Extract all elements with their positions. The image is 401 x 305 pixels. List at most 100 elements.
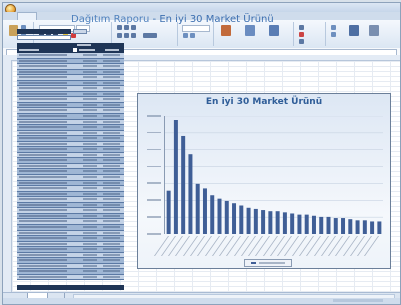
table-cell — [83, 203, 97, 206]
delete-cells-icon[interactable] — [299, 32, 304, 37]
chart-bar[interactable] — [253, 208, 258, 234]
chart-bar[interactable] — [188, 154, 193, 234]
header-col-product — [19, 49, 39, 51]
table-cell — [83, 54, 97, 56]
report-title-main: En iyi 30 Market Ürünü — [159, 14, 274, 25]
chart-bar[interactable] — [239, 205, 244, 235]
chart-bar[interactable] — [319, 216, 324, 234]
chart-container[interactable]: En iyi 30 Market Ürünü — [137, 93, 391, 269]
table-cell — [83, 220, 97, 223]
y-tick-label — [147, 148, 161, 151]
table-cell — [19, 242, 67, 245]
chart-bar[interactable] — [202, 188, 207, 234]
align-middle-icon[interactable] — [124, 25, 129, 30]
sort-filter-icon[interactable] — [349, 25, 359, 36]
chart-bar[interactable] — [217, 198, 222, 234]
table-cell — [103, 259, 120, 262]
chart-bar[interactable] — [377, 221, 382, 234]
tab-insert[interactable] — [37, 13, 59, 19]
chart-bar[interactable] — [362, 220, 367, 234]
y-tick-label — [147, 199, 161, 201]
conditional-formatting-icon[interactable] — [221, 25, 231, 36]
chart-bar[interactable] — [290, 213, 295, 234]
header-col-quantity — [79, 49, 95, 51]
filter-checkbox-icon[interactable] — [73, 48, 77, 52]
format-as-table-icon[interactable] — [245, 25, 255, 36]
chart-bar[interactable] — [181, 135, 186, 234]
legend-label — [259, 262, 285, 264]
table-cell — [103, 81, 120, 84]
chart-bar[interactable] — [210, 195, 215, 234]
chart-bar[interactable] — [348, 219, 353, 234]
chart-bar[interactable] — [370, 221, 375, 234]
filter-value-cell[interactable] — [17, 35, 71, 40]
find-select-icon[interactable] — [369, 25, 379, 36]
y-axis-labels — [144, 115, 162, 235]
table-cell — [103, 270, 120, 273]
chart-bar[interactable] — [311, 215, 316, 234]
table-cell — [19, 259, 67, 262]
align-top-icon[interactable] — [117, 25, 122, 30]
fill-icon[interactable] — [331, 32, 336, 37]
table-cell — [83, 225, 97, 228]
tab-home[interactable] — [17, 12, 37, 20]
table-cell — [19, 220, 67, 223]
table-cell — [19, 192, 67, 195]
currency-icon[interactable] — [183, 33, 188, 38]
table-cell — [103, 142, 120, 145]
chart-bar[interactable] — [326, 216, 331, 234]
y-tick-label — [147, 233, 161, 235]
format-cells-icon[interactable] — [299, 39, 304, 44]
table-cell — [19, 237, 67, 240]
chart-bar[interactable] — [173, 120, 178, 234]
number-format-select[interactable] — [182, 25, 210, 32]
table-cell — [103, 209, 120, 212]
table-cell — [103, 76, 120, 79]
table-cell — [19, 253, 67, 256]
percent-icon[interactable] — [190, 33, 195, 38]
table-cell — [83, 92, 97, 95]
table-cell — [19, 170, 67, 173]
table-cell — [19, 153, 67, 156]
align-bottom-icon[interactable] — [131, 25, 136, 30]
table-cell — [103, 59, 120, 62]
table-cell — [83, 270, 97, 273]
table-cell — [83, 198, 97, 201]
table-cell — [83, 176, 97, 179]
chart-bar[interactable] — [275, 211, 280, 234]
table-cell — [103, 203, 120, 206]
chart-bar[interactable] — [282, 212, 287, 234]
table-cell — [19, 181, 67, 184]
chart-bar[interactable] — [297, 214, 302, 234]
align-left-icon[interactable] — [117, 33, 122, 38]
table-cell — [83, 264, 97, 267]
chart-bar[interactable] — [195, 183, 200, 234]
chart-bar[interactable] — [224, 200, 229, 234]
chart-bar[interactable] — [341, 218, 346, 234]
table-cell — [19, 176, 67, 179]
align-center-icon[interactable] — [124, 33, 129, 38]
chart-bar[interactable] — [232, 203, 237, 234]
table-rows — [17, 53, 124, 281]
y-tick-label — [147, 115, 161, 117]
zoom-slider[interactable] — [333, 299, 383, 302]
table-cell — [103, 237, 120, 240]
insert-cells-icon[interactable] — [299, 25, 304, 30]
filter-dropdown[interactable] — [73, 29, 87, 34]
table-cell — [103, 103, 120, 106]
chart-bar[interactable] — [333, 218, 338, 234]
cell-styles-icon[interactable] — [269, 25, 279, 36]
autosum-icon[interactable] — [331, 25, 336, 30]
chart-bar[interactable] — [355, 220, 360, 234]
y-tick-label — [147, 216, 161, 218]
table-row[interactable] — [17, 274, 124, 281]
table-cell — [83, 153, 97, 156]
merge-center-icon[interactable] — [143, 33, 157, 38]
align-right-icon[interactable] — [131, 33, 136, 38]
chart-bar[interactable] — [166, 190, 171, 234]
chart-bar[interactable] — [246, 207, 251, 234]
chart-bar[interactable] — [304, 214, 309, 234]
chart-bar[interactable] — [261, 210, 266, 234]
table-cell — [83, 87, 97, 90]
chart-bar[interactable] — [268, 211, 273, 234]
